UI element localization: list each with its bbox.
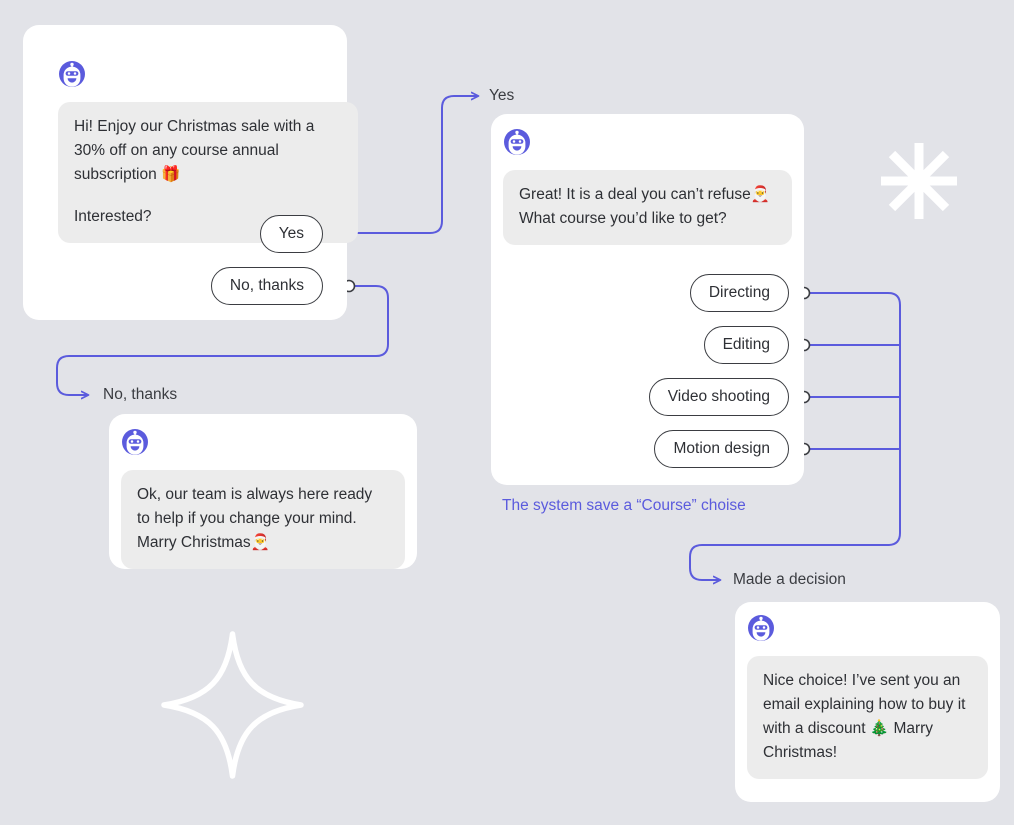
- bot-avatar-icon: [59, 61, 85, 87]
- option-video-shooting[interactable]: Video shooting: [648, 378, 789, 416]
- confirm-message-1: Nice choice! I’ve sent you an email expl…: [763, 672, 966, 761]
- system-save-note: The system save a “Course” choise: [502, 497, 746, 514]
- bot-avatar-icon: [748, 615, 774, 641]
- intro-card: Hi! Enjoy our Christmas sale with a 30% …: [23, 25, 358, 320]
- decline-message-1: Ok, our team is always here ready to hel…: [137, 486, 373, 551]
- course-bubble: Great! It is a deal you can’t refuse🎅 Wh…: [503, 170, 792, 245]
- decline-bubble: Ok, our team is always here ready to hel…: [121, 470, 405, 569]
- option-yes[interactable]: Yes: [259, 215, 323, 253]
- course-message-2: What course you’d like to get?: [519, 210, 727, 227]
- course-message-1: Great! It is a deal you can’t refuse🎅: [519, 186, 771, 203]
- flow-label-made-a-decision: Made a decision: [733, 571, 846, 588]
- option-editing[interactable]: Editing: [703, 326, 789, 364]
- confirm-card: Nice choice! I’ve sent you an email expl…: [735, 602, 1000, 802]
- option-motion-design[interactable]: Motion design: [654, 430, 789, 468]
- course-card: Great! It is a deal you can’t refuse🎅 Wh…: [491, 114, 804, 485]
- decline-card: Ok, our team is always here ready to hel…: [109, 414, 417, 569]
- intro-message-1: Hi! Enjoy our Christmas sale with a 30% …: [74, 118, 315, 183]
- option-no-thanks[interactable]: No, thanks: [210, 267, 323, 305]
- option-directing[interactable]: Directing: [689, 274, 789, 312]
- wire-yes: [352, 96, 478, 234]
- flow-canvas: Yes No, thanks Made a decision The syste…: [0, 0, 1014, 825]
- flow-label-yes: Yes: [489, 87, 515, 104]
- confirm-bubble: Nice choice! I’ve sent you an email expl…: [747, 656, 988, 779]
- bot-avatar-icon: [122, 429, 148, 455]
- flow-label-no-thanks: No, thanks: [103, 386, 178, 403]
- bot-avatar-icon: [504, 129, 530, 155]
